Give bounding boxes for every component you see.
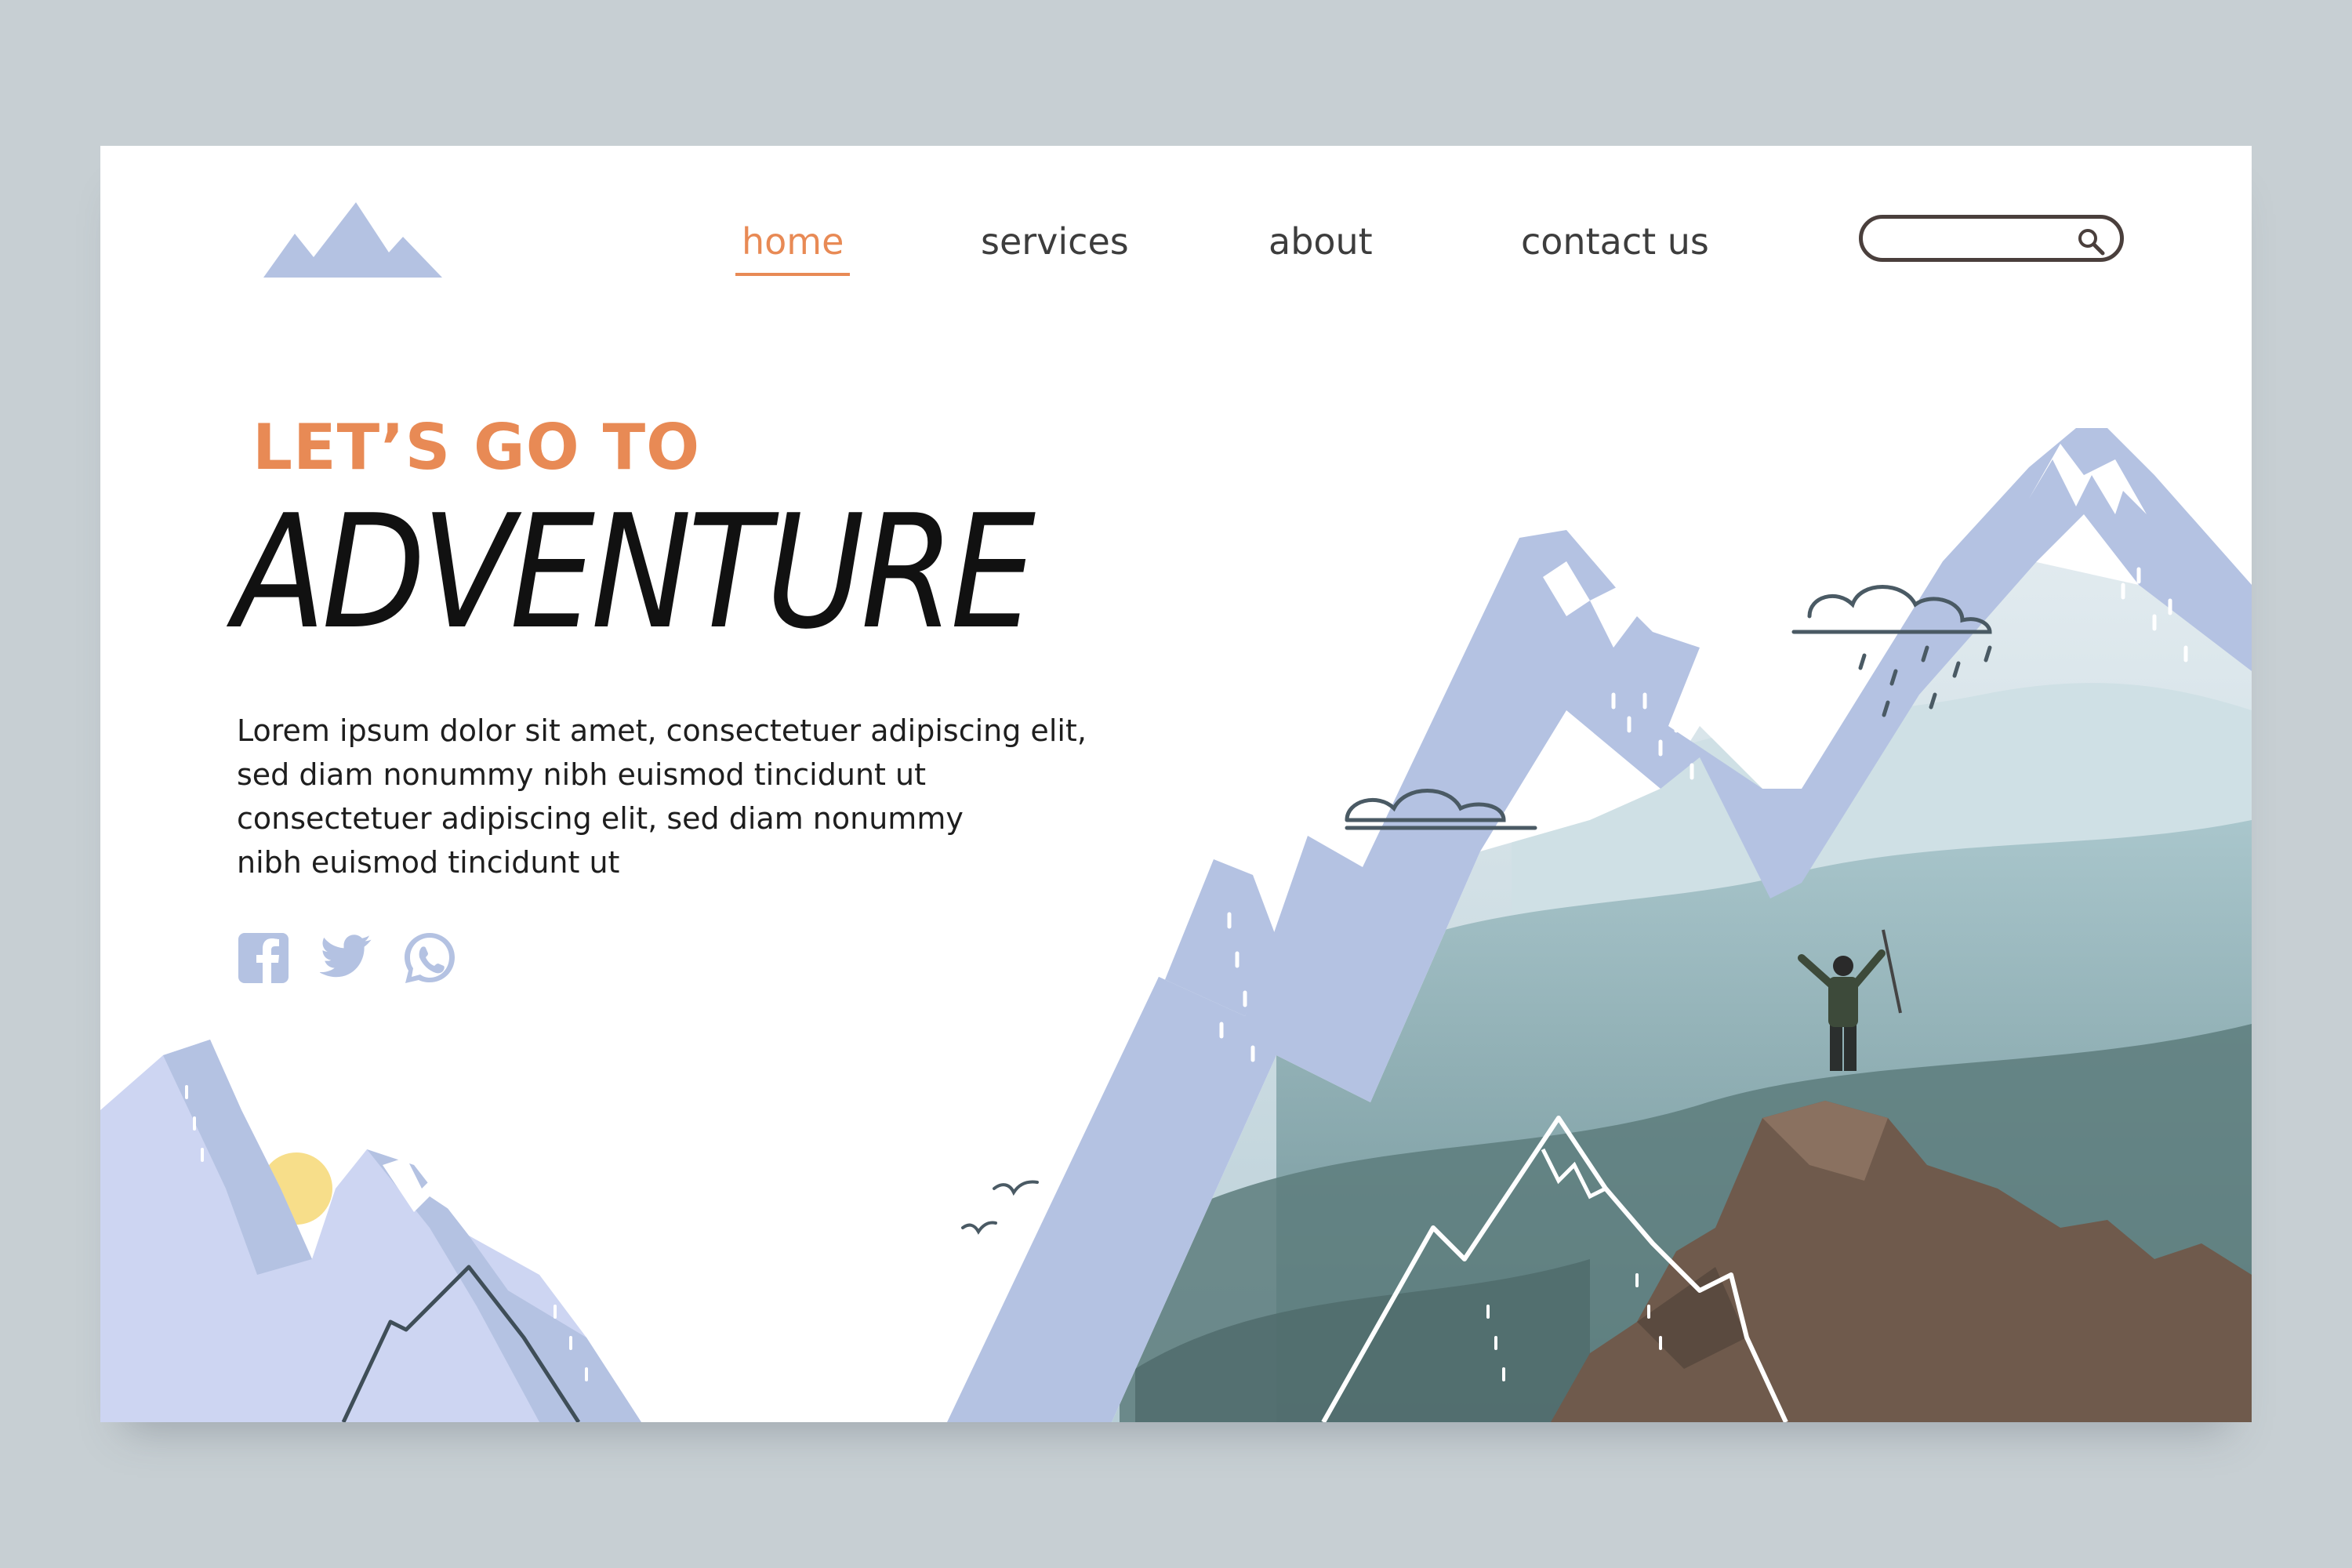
twitter-icon[interactable]	[320, 931, 373, 985]
nav-home[interactable]: home	[735, 216, 851, 279]
bird	[993, 1180, 1039, 1196]
whatsapp-icon[interactable]	[403, 931, 456, 985]
nav-services[interactable]: services	[981, 216, 1129, 279]
landing-page-card: home services about contact us LET’S GO …	[100, 146, 2252, 1422]
hero-body-line: nibh euismod tincidunt ut	[237, 845, 620, 880]
nav-contact-us[interactable]: contact us	[1521, 216, 1709, 279]
search-input[interactable]	[1882, 225, 2073, 255]
hero-headline: ADVENTURE	[234, 481, 1036, 664]
search-icon[interactable]	[2076, 227, 2106, 256]
hero-body: Lorem ipsum dolor sit amet, consectetuer…	[237, 709, 1146, 884]
search-box[interactable]	[1859, 215, 2124, 262]
hero-body-line: consectetuer adipiscing elit, sed diam n…	[237, 801, 964, 836]
hero-eyebrow: LET’S GO TO	[252, 411, 701, 484]
hero-body-line: Lorem ipsum dolor sit amet, consectetuer…	[237, 713, 1087, 748]
nav-services-label: services	[981, 220, 1129, 263]
nav-contact-label: contact us	[1521, 220, 1709, 263]
nav-about-label: about	[1269, 220, 1373, 263]
hero-body-line: sed diam nonummy nibh euismod tincidunt …	[237, 757, 926, 792]
nav-about[interactable]: about	[1269, 216, 1373, 279]
facebook-icon[interactable]	[237, 931, 290, 985]
nav-home-label: home	[742, 220, 844, 263]
active-nav-underline	[735, 273, 851, 276]
